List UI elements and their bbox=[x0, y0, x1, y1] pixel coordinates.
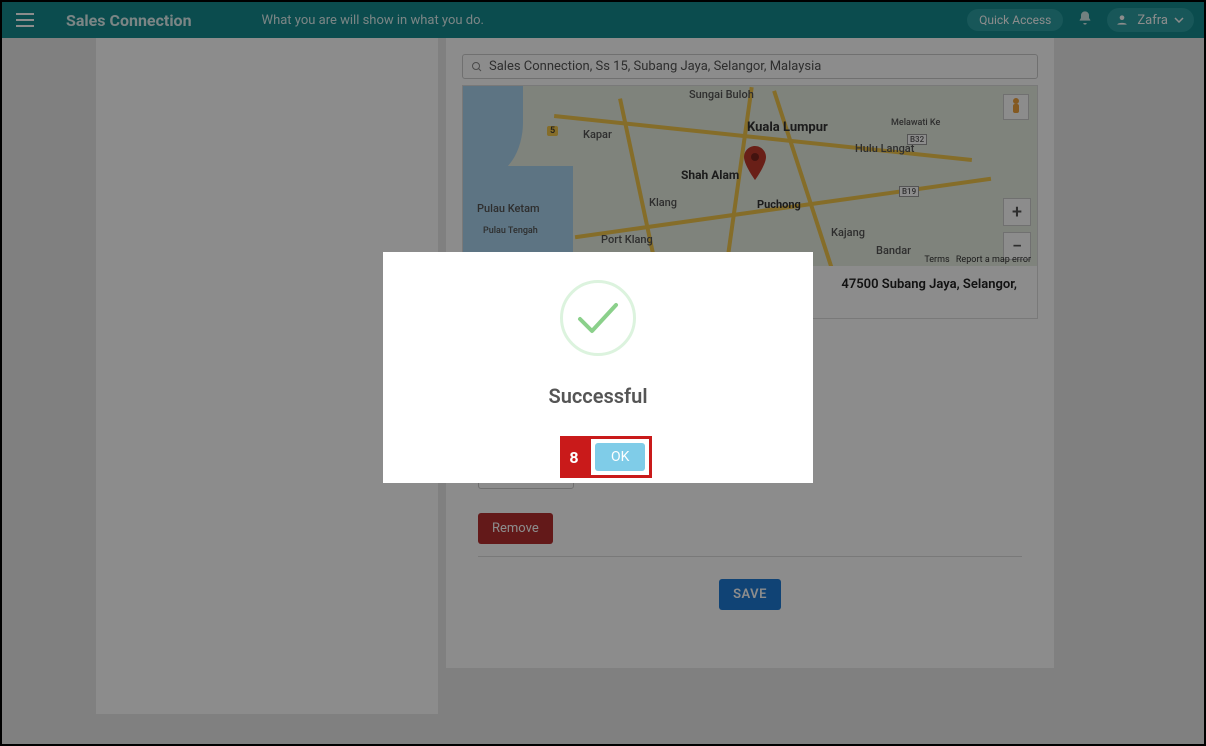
step-annotation: 8 OK bbox=[560, 436, 652, 478]
success-check-icon bbox=[560, 280, 636, 356]
modal-title: Successful bbox=[548, 384, 647, 408]
success-modal: Successful 8 OK bbox=[383, 252, 813, 483]
ok-button[interactable]: OK bbox=[595, 443, 645, 471]
step-number: 8 bbox=[560, 436, 588, 478]
